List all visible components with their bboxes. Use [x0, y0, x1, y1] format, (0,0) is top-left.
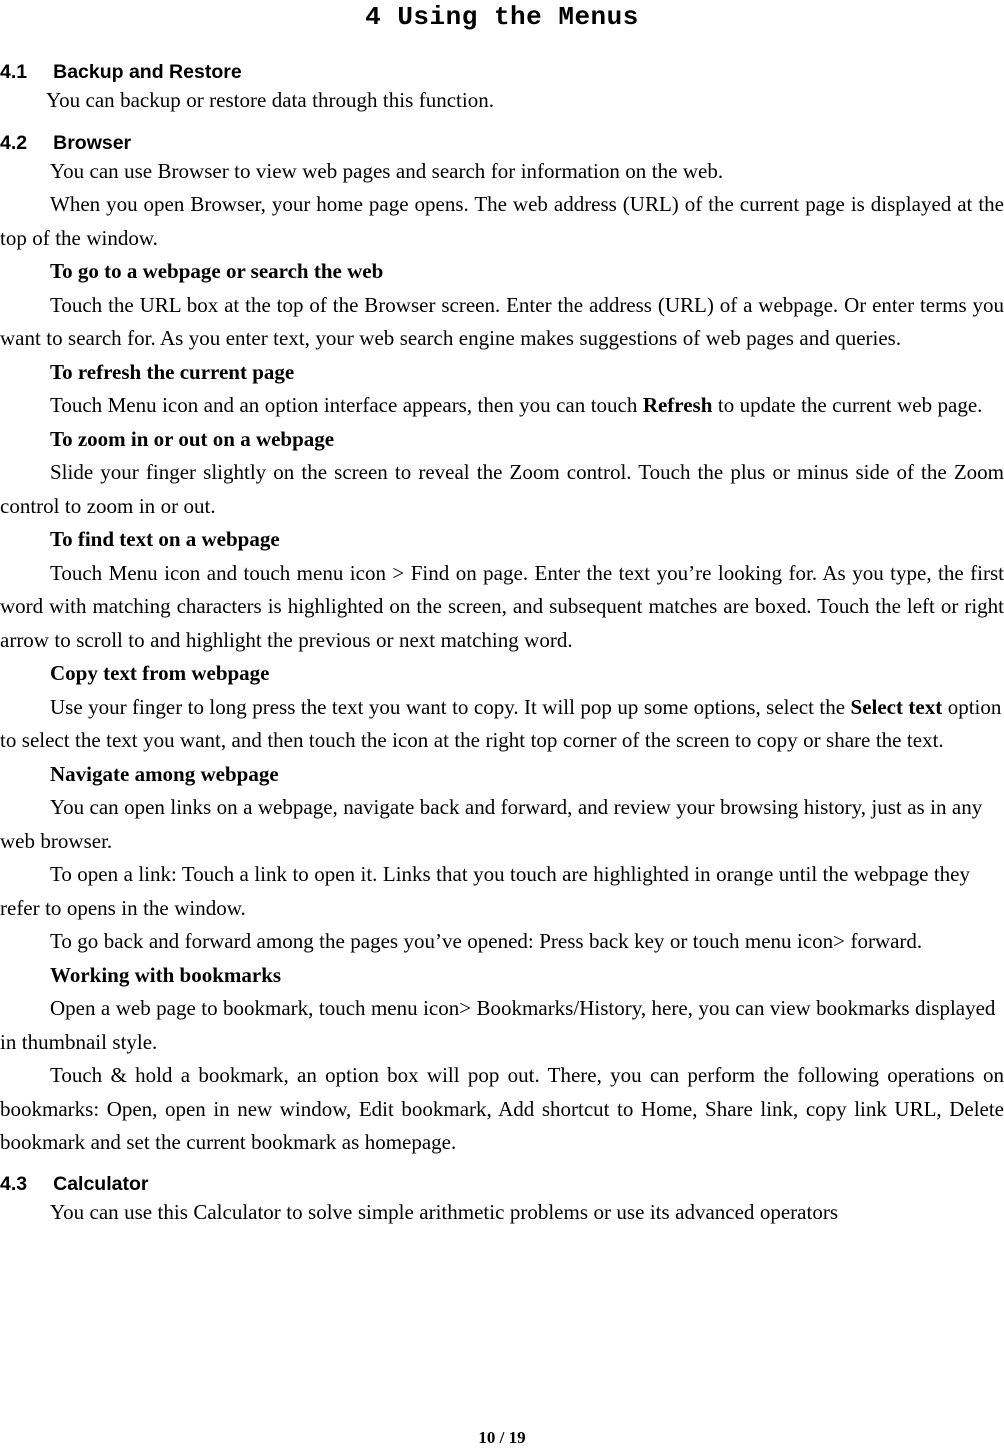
text-pre: Touch the URL box at the top of the Brow… [0, 292, 1004, 351]
paragraph-goto-webpage: Touch the URL box at the top of the Brow… [0, 289, 1004, 356]
paragraph-find-text: Touch Menu icon and touch menu icon > Fi… [0, 557, 1004, 658]
page-footer: 10 / 19 [478, 1428, 526, 1447]
text-pre: Use your finger to long press the text y… [50, 694, 851, 719]
text-pre: Touch Menu icon and an option interface … [50, 393, 643, 417]
paragraph-bookmarks-2: Touch & hold a bookmark, an option box w… [0, 1063, 1004, 1154]
paragraph-zoom-webpage: Slide your finger slightly on the screen… [0, 456, 1004, 523]
section-title: Calculator [53, 1172, 149, 1195]
paragraph-navigate-webpage: You can open links on a webpage, navigat… [0, 791, 1004, 858]
text-post: to update the current web page. [712, 393, 983, 417]
paragraph-backup-restore: You can backup or restore data through t… [46, 88, 494, 112]
section-title: Browser [53, 131, 132, 154]
section-heading-4-1: 4.1 Backup and Restore [0, 60, 1004, 84]
subheading-refresh-page: To refresh the current page [50, 359, 295, 384]
text-bold-select-text: Select text [850, 694, 943, 719]
text-pre: Slide your finger slightly on the screen… [0, 460, 1004, 518]
subheading-find-text: To find text on a webpage [50, 527, 280, 551]
section-number: 4.3 [0, 1172, 28, 1195]
paragraph-refresh-page: Touch Menu icon and an option interface … [0, 389, 1004, 423]
section-title: Backup and Restore [53, 61, 242, 83]
text-bold-refresh: Refresh [642, 393, 713, 417]
paragraph-back-forward: To go back and forward among the pages y… [50, 929, 923, 953]
section-number: 4.1 [0, 61, 28, 83]
text-pre: Touch Menu icon and touch menu icon > Fi… [0, 560, 1004, 652]
section-heading-4-3: 4.3 Calculator [0, 1172, 1004, 1196]
paragraph-calculator: You can use this Calculator to solve sim… [50, 1199, 838, 1224]
section-heading-4-2: 4.2 Browser [0, 131, 1004, 155]
section-number: 4.2 [0, 131, 28, 154]
paragraph-browser-intro-1: You can use Browser to view web pages an… [50, 158, 724, 183]
paragraph-bookmarks-1: Open a web page to bookmark, touch menu … [0, 996, 996, 1054]
text-pre: You can open links on a webpage, navigat… [0, 795, 983, 853]
subheading-working-bookmarks: Working with bookmarks [50, 962, 282, 987]
subheading-navigate-webpage: Navigate among webpage [50, 761, 279, 786]
paragraph-open-link: To open a link: Touch a link to open it.… [0, 862, 971, 920]
paragraph-browser-intro-2: When you open Browser, your home page op… [0, 192, 1004, 250]
page-title: 4 Using the Menus [365, 2, 639, 32]
paragraph-copy-text: Use your finger to long press the text y… [0, 691, 1004, 758]
subheading-goto-webpage: To go to a webpage or search the web [50, 259, 384, 283]
document-content: 4 Using the Menus 4.1 Backup and Restore … [0, 0, 1004, 1229]
document-page: 4 Using the Menus 4.1 Backup and Restore … [0, 0, 1004, 1452]
subheading-copy-text: Copy text from webpage [50, 661, 270, 685]
subheading-zoom-webpage: To zoom in or out on a webpage [50, 426, 335, 451]
